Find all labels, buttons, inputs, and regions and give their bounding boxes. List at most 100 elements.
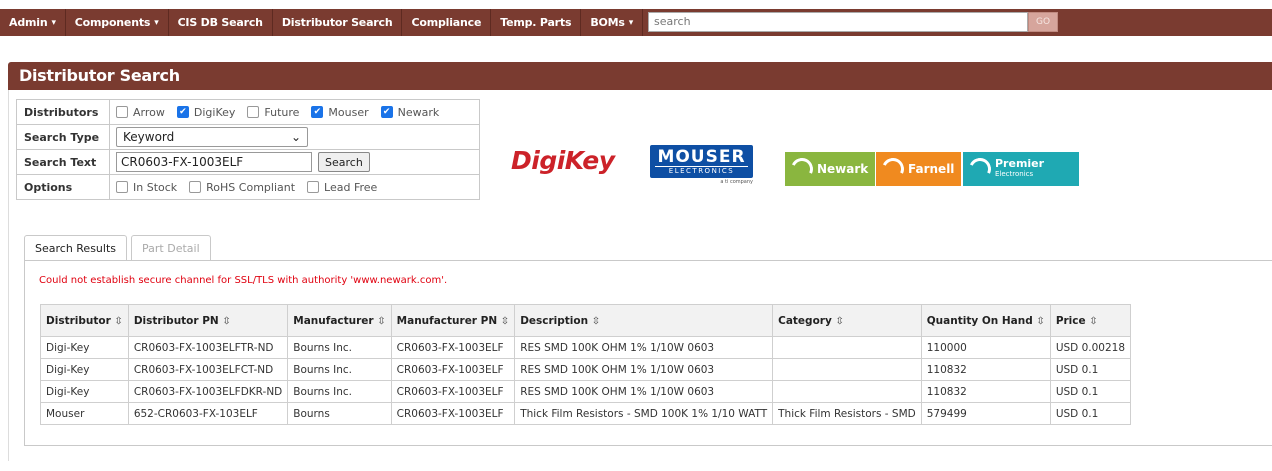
newark-swirl-icon — [787, 154, 817, 184]
checkbox-mouser[interactable]: ✔ Mouser — [311, 106, 369, 119]
nav-item-label: Temp. Parts — [500, 16, 572, 29]
page-title: Distributor Search — [19, 66, 180, 85]
table-cell: RES SMD 100K OHM 1% 1/10W 0603 — [514, 380, 774, 403]
table-cell: Thick Film Resistors - SMD — [772, 402, 922, 425]
table-cell: Thick Film Resistors - SMD 100K 1% 1/10 … — [514, 402, 774, 425]
checkbox-box — [307, 181, 320, 193]
farnell-logo: Farnell — [876, 152, 961, 186]
top-navigation-bar: Admin ▾ Components ▾ CIS DB Search Distributo… — [0, 9, 1272, 36]
checkbox-lead-free[interactable]: Lead Free — [307, 181, 377, 194]
table-cell: 110832 — [920, 380, 1051, 403]
checkbox-box — [116, 181, 128, 193]
checkbox-label: In Stock — [133, 180, 178, 194]
table-cell: 110832 — [920, 358, 1051, 381]
premier-swirl-icon — [965, 154, 995, 184]
distributor-checkboxes: Arrow ✔ DigiKey Future ✔ Mouser ✔ Newark — [116, 106, 479, 119]
table-cell: Digi-Key — [40, 336, 129, 359]
table-cell: Digi-Key — [40, 358, 129, 381]
checkbox-label: DigiKey — [193, 105, 236, 119]
checkmark-icon: ✔ — [311, 106, 324, 118]
search-input[interactable]: search — [648, 12, 1028, 32]
checkbox-box — [189, 181, 202, 193]
column-header-label: Price — [1055, 314, 1086, 327]
search-text-field[interactable]: CR0603-FX-1003ELF — [116, 152, 312, 172]
table-cell: CR0603-FX-1003ELFCT-ND — [127, 358, 289, 381]
column-header-label: Quantity On Hand — [926, 314, 1033, 327]
checkbox-future[interactable]: Future — [247, 106, 299, 119]
table-cell: USD 0.00218 — [1049, 336, 1132, 359]
table-row[interactable]: Mouser 652-CR0603-FX-103ELF Bourns CR0603-F… — [40, 402, 1132, 425]
page-header: Distributor Search — [8, 62, 1272, 90]
tab-search-results[interactable]: Search Results — [24, 235, 128, 261]
nav-item-compliance[interactable]: Compliance — [402, 9, 492, 36]
checkbox-in-stock[interactable]: In Stock — [116, 181, 177, 194]
nav-item-components[interactable]: Components ▾ — [66, 9, 169, 36]
table-row[interactable]: Digi-Key CR0603-FX-1003ELFCT-ND Bourns Inc… — [40, 358, 1132, 381]
checkbox-digikey[interactable]: ✔ DigiKey — [176, 105, 236, 119]
column-header-label: Distributor — [46, 314, 111, 327]
table-cell: RES SMD 100K OHM 1% 1/10W 0603 — [514, 358, 774, 381]
caret-down-icon: ▾ — [628, 17, 634, 28]
checkbox-label: Arrow — [133, 105, 165, 119]
sort-icon: ⇳ — [1089, 315, 1098, 327]
table-cell: 110000 — [920, 336, 1051, 359]
column-header[interactable]: Description ⇳ — [514, 304, 774, 337]
nav-item-cis-db-search[interactable]: CIS DB Search — [169, 9, 273, 36]
table-cell: USD 0.1 — [1049, 402, 1132, 425]
search-type-select[interactable]: Keyword ⌄ — [116, 127, 308, 147]
column-header[interactable]: Price ⇳ — [1049, 304, 1132, 337]
table-cell: 579499 — [920, 402, 1051, 425]
column-header[interactable]: Quantity On Hand ⇳ — [920, 304, 1051, 337]
table-cell: Bourns — [287, 402, 392, 425]
go-button[interactable]: GO — [1028, 12, 1058, 32]
table-cell: CR0603-FX-1003ELFTR-ND — [127, 336, 289, 359]
search-text-label: Search Text — [16, 149, 110, 175]
column-header[interactable]: Distributor PN ⇳ — [127, 304, 289, 337]
table-cell: Bourns Inc. — [287, 380, 392, 403]
error-message: Could not establish secure channel for S… — [39, 275, 448, 286]
newark-logo: Newark — [785, 152, 875, 186]
checkbox-arrow[interactable]: Arrow — [116, 106, 165, 119]
sort-icon: ⇳ — [835, 315, 844, 327]
table-cell: RES SMD 100K OHM 1% 1/10W 0603 — [514, 336, 774, 359]
column-header[interactable]: Category ⇳ — [772, 304, 922, 337]
mouser-logo-text: MOUSER — [657, 147, 746, 167]
nav-item-admin[interactable]: Admin ▾ — [0, 9, 66, 36]
distributors-label: Distributors — [16, 99, 110, 125]
column-header-label: Description — [520, 314, 589, 327]
sort-icon: ⇳ — [1036, 315, 1045, 327]
nav-item-label: CIS DB Search — [177, 16, 263, 29]
table-cell: Bourns Inc. — [287, 336, 392, 359]
column-header-label: Manufacturer PN — [396, 314, 498, 327]
table-cell: 652-CR0603-FX-103ELF — [127, 402, 289, 425]
table-row[interactable]: Digi-Key CR0603-FX-1003ELFTR-ND Bourns Inc… — [40, 336, 1132, 359]
checkbox-box — [247, 106, 260, 118]
table-cell: Digi-Key — [40, 380, 129, 403]
column-header[interactable]: Manufacturer ⇳ — [287, 304, 392, 337]
table-cell: CR0603-FX-1003ELF — [390, 380, 516, 403]
checkbox-box — [116, 106, 128, 118]
checkbox-label: Newark — [397, 105, 440, 119]
nav-item-boms[interactable]: BOMs ▾ — [581, 9, 644, 36]
search-button[interactable]: Search — [318, 152, 370, 172]
nav-item-temp-parts[interactable]: Temp. Parts — [491, 9, 582, 36]
checkmark-icon: ✔ — [380, 106, 393, 118]
tab-part-detail[interactable]: Part Detail — [131, 235, 211, 260]
farnell-logo-text: Farnell — [908, 162, 955, 176]
digikey-logo: DigiKey — [511, 146, 615, 175]
content-border — [8, 90, 9, 461]
table-cell: Mouser — [40, 402, 129, 425]
column-header[interactable]: Distributor ⇳ — [40, 304, 129, 337]
search-form: Distributors Arrow ✔ DigiKey Future ✔ Mouser ✔… — [16, 99, 480, 200]
table-row[interactable]: Digi-Key CR0603-FX-1003ELFDKR-ND Bourns In… — [40, 380, 1132, 403]
table-cell: CR0603-FX-1003ELF — [390, 358, 516, 381]
nav-item-distributor-search[interactable]: Distributor Search — [273, 9, 403, 36]
chevron-down-icon: ⌄ — [290, 130, 301, 144]
table-cell: CR0603-FX-1003ELF — [390, 402, 516, 425]
nav-item-label: Compliance — [411, 16, 482, 29]
checkbox-rohs-compliant[interactable]: RoHS Compliant — [189, 181, 295, 194]
table-cell: CR0603-FX-1003ELFDKR-ND — [127, 380, 289, 403]
table-cell: CR0603-FX-1003ELF — [390, 336, 516, 359]
checkbox-newark[interactable]: ✔ Newark — [380, 105, 440, 119]
column-header[interactable]: Manufacturer PN ⇳ — [390, 304, 516, 337]
